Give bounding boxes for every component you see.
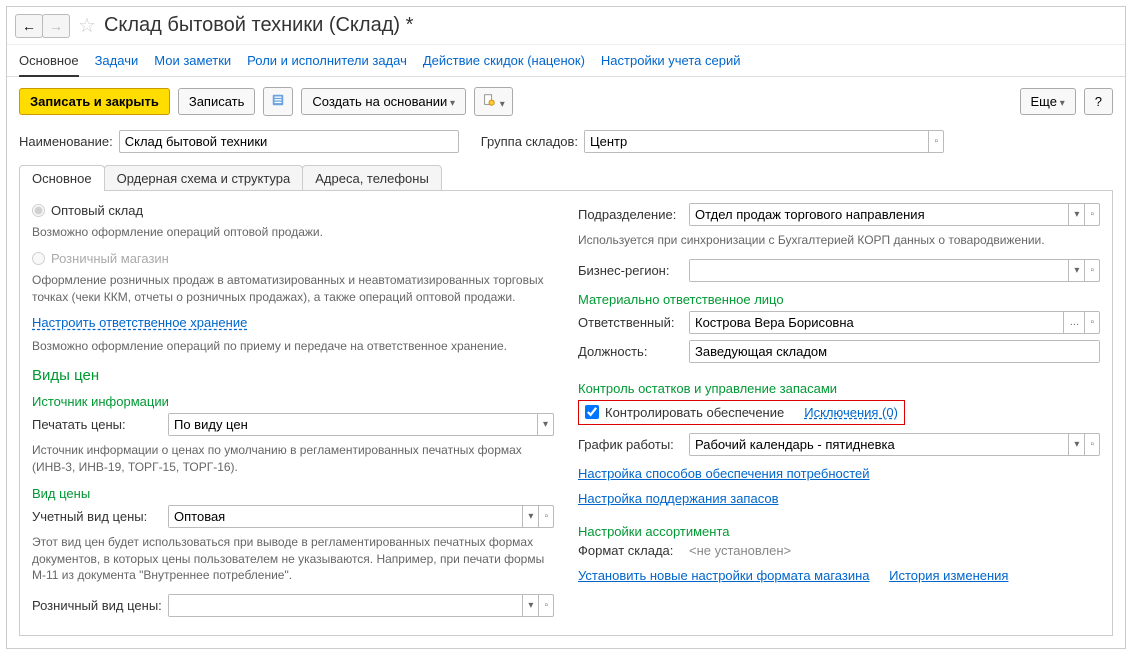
highlight-box: Контролировать обеспечение Исключения (0… [578,400,905,425]
info-source-title: Источник информации [32,394,554,409]
favorite-icon[interactable]: ☆ [78,13,96,38]
open-icon[interactable]: ▫ [538,595,553,616]
exceptions-link[interactable]: Исключения (0) [804,405,898,420]
print-prices-input[interactable] [169,414,537,435]
open-icon[interactable]: ▫ [1084,434,1099,455]
dropdown-icon[interactable]: ▾ [522,595,538,616]
nav-tab-discounts[interactable]: Действие скидок (наценок) [423,53,585,68]
name-input[interactable] [119,130,459,153]
attach-button[interactable] [474,87,513,116]
retail-radio[interactable] [32,252,45,265]
control-label: Контролировать обеспечение [605,405,784,420]
sub-tab-addr[interactable]: Адреса, телефоны [302,165,442,191]
storage-help: Возможно оформление операций по приему и… [32,338,554,355]
pos-input[interactable] [690,341,1099,362]
wholesale-radio[interactable] [32,204,45,217]
left-column: Оптовый склад Возможно оформление операц… [32,203,554,623]
dropdown-icon[interactable]: ▾ [522,506,538,527]
back-button[interactable]: ← [15,14,43,38]
pos-label: Должность: [578,344,683,359]
format-value: <не установлен> [689,543,791,558]
more-button[interactable]: Еще [1020,88,1076,115]
save-close-button[interactable]: Записать и закрыть [19,88,170,115]
schedule-label: График работы: [578,437,683,452]
list-button[interactable] [263,87,293,116]
open-icon[interactable]: ▫ [538,506,553,527]
open-icon[interactable]: ▫ [1084,260,1099,281]
create-from-button[interactable]: Создать на основании [301,88,466,115]
stock-title: Контроль остатков и управление запасами [578,381,1100,396]
ellipsis-icon[interactable]: … [1063,312,1084,333]
titlebar: ← → ☆ Склад бытовой техники (Склад) * [7,7,1125,45]
sub-tab-main[interactable]: Основное [19,165,105,191]
history-link[interactable]: История изменения [889,568,1008,583]
prices-title: Виды цен [32,367,554,384]
print-prices-label: Печатать цены: [32,417,162,432]
dept-input[interactable] [690,204,1068,225]
nav-tab-notes[interactable]: Мои заметки [154,53,231,68]
resp-label: Ответственный: [578,315,683,330]
retail-label: Розничный магазин [51,251,169,266]
nav-tab-tasks[interactable]: Задачи [95,53,139,68]
header-row: Наименование: Группа складов: ▫ [7,126,1125,157]
dept-label: Подразделение: [578,207,683,222]
retail-price-label: Розничный вид цены: [32,598,162,613]
price-type-title: Вид цены [32,486,554,501]
schedule-input[interactable] [690,434,1068,455]
wholesale-help: Возможно оформление операций оптовой про… [32,224,554,241]
retail-help: Оформление розничных продаж в автоматизи… [32,272,554,306]
store-format-link[interactable]: Установить новые настройки формата магаз… [578,568,870,583]
toolbar: Записать и закрыть Записать Создать на о… [7,77,1125,126]
resp-input[interactable] [690,312,1063,333]
wholesale-label: Оптовый склад [51,203,143,218]
sub-tabs: Основное Ордерная схема и структура Адре… [7,157,1125,191]
dropdown-icon[interactable]: ▾ [1068,204,1084,225]
nav-tab-series[interactable]: Настройки учета серий [601,53,741,68]
supply-link[interactable]: Настройка способов обеспечения потребнос… [578,466,870,481]
nav-tab-main[interactable]: Основное [19,53,79,77]
retail-price-input[interactable] [169,595,522,616]
name-label: Наименование: [19,134,113,149]
dropdown-icon[interactable]: ▾ [1068,434,1084,455]
dropdown-icon[interactable]: ▾ [537,414,553,435]
storage-link[interactable]: Настроить ответственное хранение [32,315,247,330]
maintain-link[interactable]: Настройка поддержания запасов [578,491,778,506]
acc-price-label: Учетный вид цены: [32,509,162,524]
open-icon[interactable]: ▫ [1084,204,1099,225]
sub-tab-order[interactable]: Ордерная схема и структура [104,165,304,191]
forward-button[interactable]: → [42,14,70,38]
save-button[interactable]: Записать [178,88,256,115]
open-icon[interactable]: ▫ [1084,312,1099,333]
assort-title: Настройки ассортимента [578,524,1100,539]
list-icon [271,93,285,107]
region-input[interactable] [690,260,1068,281]
nav-tab-roles[interactable]: Роли и исполнители задач [247,53,407,68]
dept-help: Используется при синхронизации с Бухгалт… [578,232,1100,249]
help-button[interactable]: ? [1084,88,1113,115]
mol-title: Материально ответственное лицо [578,292,1100,307]
format-label: Формат склада: [578,543,683,558]
info-source-help: Источник информации о ценах по умолчанию… [32,442,554,476]
control-checkbox[interactable] [585,405,599,419]
group-label: Группа складов: [481,134,578,149]
group-open-icon[interactable]: ▫ [928,131,943,152]
group-input[interactable] [585,131,928,152]
dropdown-icon[interactable]: ▾ [1068,260,1084,281]
region-label: Бизнес-регион: [578,263,683,278]
attach-icon [482,93,496,107]
nav-tabs: Основное Задачи Мои заметки Роли и испол… [7,45,1125,77]
right-column: Подразделение: ▾ ▫ Используется при синх… [578,203,1100,623]
window-title: Склад бытовой техники (Склад) * [104,14,413,37]
acc-price-help: Этот вид цен будет использоваться при вы… [32,534,554,584]
acc-price-input[interactable] [169,506,522,527]
